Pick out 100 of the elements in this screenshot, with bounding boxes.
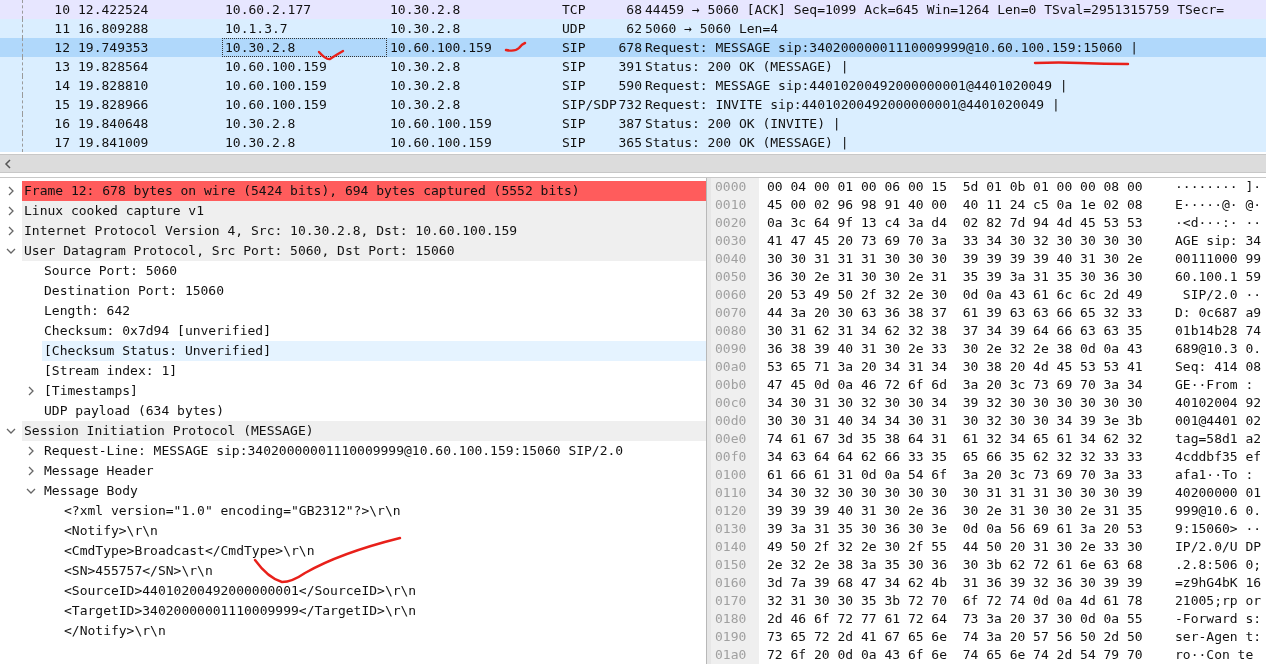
hex-bytes: 44 3a 20 30 63 36 38 37 61 39 63 63 66 65 32 33 (766, 304, 1144, 322)
packet-protocol: SIP/SDP (562, 97, 617, 112)
packet-source: 10.30.2.8 (225, 116, 296, 131)
hex-bytes: 53 65 71 3a 20 34 31 34 30 38 20 4d 45 53 53 41 (766, 358, 1144, 376)
hex-bytes: 39 3a 31 35 30 36 30 3e 0d 0a 56 69 61 3a 20 53 (766, 520, 1144, 538)
tree-item[interactable]: Request-Line: MESSAGE sip:34020000001110009999@10.60.100.159:15060 SIP/2.0 (42, 441, 706, 461)
chevron-down-icon[interactable] (26, 486, 36, 496)
packet-time: 19.749353 (78, 40, 149, 55)
hex-bytes: 72 6f 20 0d 0a 43 6f 6e 74 65 6e 74 2d 54 79 70 (766, 646, 1144, 664)
tree-item[interactable]: [Timestamps] (42, 381, 706, 401)
packet-length: 391 (618, 59, 642, 74)
packet-row[interactable]: 10 12.422524 10.60.2.177 10.30.2.8 TCP 68 44459 → 5060 [ACK] Seq=1099 Ack=645 Win=1264 Len=0 TSval=2951315759 TSecr= (0, 0, 1266, 19)
ascii-bytes: IP/2.0/U DP (1174, 538, 1263, 556)
tree-item[interactable]: <CmdType>Broadcast</CmdType>\r\n (62, 541, 706, 561)
packet-row[interactable]: 12 19.749353 10.30.2.8 10.60.100.159 SIP 678 Request: MESSAGE sip:34020000001110009999@10.60.100.159:15060 | (0, 38, 1266, 57)
tree-item[interactable]: Source Port: 5060 (42, 261, 706, 281)
ascii-bytes: 4cddbf35 ef (1174, 448, 1263, 466)
byte-offset: 0140 (711, 538, 759, 556)
tree-item[interactable]: <SourceID>44010200492000000001</SourceID>\r\n (62, 581, 706, 601)
packet-number: 12 (54, 40, 70, 55)
hex-bytes: 39 39 39 40 31 30 2e 36 30 2e 31 30 30 2e 31 35 (766, 502, 1144, 520)
hex-bytes: 00 04 00 01 00 06 00 15 5d 01 0b 01 00 00 08 00 (766, 178, 1144, 196)
ascii-bytes: SIP/2.0 ·· (1181, 286, 1263, 304)
packet-row[interactable]: 13 19.828564 10.60.100.159 10.30.2.8 SIP 391 Status: 200 OK (MESSAGE) | (0, 57, 1266, 76)
packet-row[interactable]: 17 19.841009 10.30.2.8 10.60.100.159 SIP 365 Status: 200 OK (MESSAGE) | (0, 133, 1266, 152)
packet-number: 14 (54, 78, 70, 93)
tree-item[interactable]: Length: 642 (42, 301, 706, 321)
byte-offset: 0170 (711, 592, 759, 610)
packet-source: 10.30.2.8 (225, 135, 296, 150)
tree-item[interactable]: Message Header (42, 461, 706, 481)
packet-protocol: TCP (562, 2, 586, 17)
ascii-bytes: -Forward s: (1174, 610, 1263, 628)
packet-time: 19.841009 (78, 135, 149, 150)
packet-source: 10.60.100.159 (225, 97, 327, 112)
packet-info: Status: 200 OK (MESSAGE) | (645, 59, 849, 74)
packet-number: 13 (54, 59, 70, 74)
packet-number: 16 (54, 116, 70, 131)
byte-offset: 01a0 (711, 646, 759, 664)
hex-bytes: 36 30 2e 31 30 30 2e 31 35 39 3a 31 35 30 36 30 (766, 268, 1144, 286)
packet-destination: 10.60.100.159 (390, 135, 492, 150)
packet-info: Request: MESSAGE sip:34020000001110009999@10.60.100.159:15060 | (645, 40, 1139, 55)
chevron-right-icon[interactable] (6, 206, 16, 216)
hex-bytes: 20 53 49 50 2f 32 2e 30 0d 0a 43 61 6c 6c 2d 49 (766, 286, 1144, 304)
packet-protocol: SIP (562, 40, 586, 55)
hex-bytes: 47 45 0d 0a 46 72 6f 6d 3a 20 3c 73 69 70 3a 34 (766, 376, 1144, 394)
ascii-bytes: E·····@· @· (1174, 196, 1263, 214)
tree-item[interactable]: [Stream index: 1] (42, 361, 706, 381)
chevron-down-icon[interactable] (6, 426, 16, 436)
packet-info: Request: MESSAGE sip:44010200492000000001@4401020049 | (645, 78, 1068, 93)
tree-item[interactable]: Session Initiation Protocol (MESSAGE) (22, 421, 706, 441)
tree-item[interactable]: UDP payload (634 bytes) (42, 401, 706, 421)
tree-item[interactable]: Message Body (42, 481, 706, 501)
ascii-bytes: 40102004 92 (1174, 394, 1263, 412)
packet-time: 19.828966 (78, 97, 149, 112)
tree-item[interactable]: <SN>455757</SN>\r\n (62, 561, 706, 581)
tree-item[interactable]: Linux cooked capture v1 (22, 201, 706, 221)
hex-bytes: 30 31 62 31 34 62 32 38 37 34 39 64 66 63 63 35 (766, 322, 1144, 340)
packet-row[interactable]: 15 19.828966 10.60.100.159 10.30.2.8 SIP/SDP732 Request: INVITE sip:44010200492000000001@4401020049 | (0, 95, 1266, 114)
hex-bytes: 30 30 31 40 34 34 30 31 30 32 30 30 34 39 3e 3b (766, 412, 1144, 430)
packet-number: 17 (54, 135, 70, 150)
byte-offset: 0080 (711, 322, 759, 340)
byte-offset: 0190 (711, 628, 759, 646)
packet-number: 11 (54, 21, 70, 36)
packet-protocol: SIP (562, 135, 586, 150)
tree-item[interactable]: [Checksum Status: Unverified] (42, 341, 706, 361)
packet-number: 15 (54, 97, 70, 112)
ascii-bytes: 21005;rp or (1174, 592, 1263, 610)
chevron-right-icon[interactable] (26, 386, 36, 396)
tree-item[interactable]: </Notify>\r\n (62, 621, 706, 641)
packet-row[interactable]: 16 19.840648 10.30.2.8 10.60.100.159 SIP 387 Status: 200 OK (INVITE) | (0, 114, 1266, 133)
scroll-left-icon[interactable] (4, 158, 12, 169)
byte-offset: 00a0 (711, 358, 759, 376)
ascii-bytes: 999@10.6 0. (1174, 502, 1263, 520)
tree-item[interactable]: <TargetID>34020000001110009999</TargetID>\r\n (62, 601, 706, 621)
byte-offset: 0100 (711, 466, 759, 484)
ascii-bytes: ro··Con te (1174, 646, 1255, 664)
packet-source: 10.30.2.8 (225, 40, 296, 55)
packet-destination: 10.60.100.159 (390, 40, 492, 55)
packet-info: Request: INVITE sip:44010200492000000001@4401020049 | (645, 97, 1060, 112)
horizontal-scrollbar[interactable] (0, 154, 1266, 172)
tree-item[interactable]: <?xml version="1.0" encoding="GB2312"?>\r\n (62, 501, 706, 521)
tree-item[interactable]: <Notify>\r\n (62, 521, 706, 541)
chevron-right-icon[interactable] (26, 466, 36, 476)
packet-destination: 10.30.2.8 (390, 78, 461, 93)
chevron-down-icon[interactable] (6, 246, 16, 256)
tree-item[interactable]: Checksum: 0x7d94 [unverified] (42, 321, 706, 341)
tree-item[interactable]: Destination Port: 15060 (42, 281, 706, 301)
packet-length: 62 (626, 21, 642, 36)
chevron-right-icon[interactable] (6, 186, 16, 196)
ascii-bytes: 01b14b28 74 (1174, 322, 1263, 340)
packet-row[interactable]: 14 19.828810 10.60.100.159 10.30.2.8 SIP 590 Request: MESSAGE sip:44010200492000000001@4401020049 | (0, 76, 1266, 95)
hex-bytes: 34 63 64 64 62 66 33 35 65 66 35 62 32 32 33 33 (766, 448, 1144, 466)
chevron-right-icon[interactable] (6, 226, 16, 236)
chevron-right-icon[interactable] (26, 446, 36, 456)
byte-offset: 0090 (711, 340, 759, 358)
tree-item[interactable]: User Datagram Protocol, Src Port: 5060, Dst Port: 15060 (22, 241, 706, 261)
tree-item[interactable]: Frame 12: 678 bytes on wire (5424 bits), 694 bytes captured (5552 bits) (22, 181, 706, 201)
tree-item[interactable]: Internet Protocol Version 4, Src: 10.30.2.8, Dst: 10.60.100.159 (22, 221, 706, 241)
packet-info: Status: 200 OK (INVITE) | (645, 116, 841, 131)
packet-row[interactable]: 11 16.809288 10.1.3.7 10.30.2.8 UDP 62 5060 → 5060 Len=4 (0, 19, 1266, 38)
